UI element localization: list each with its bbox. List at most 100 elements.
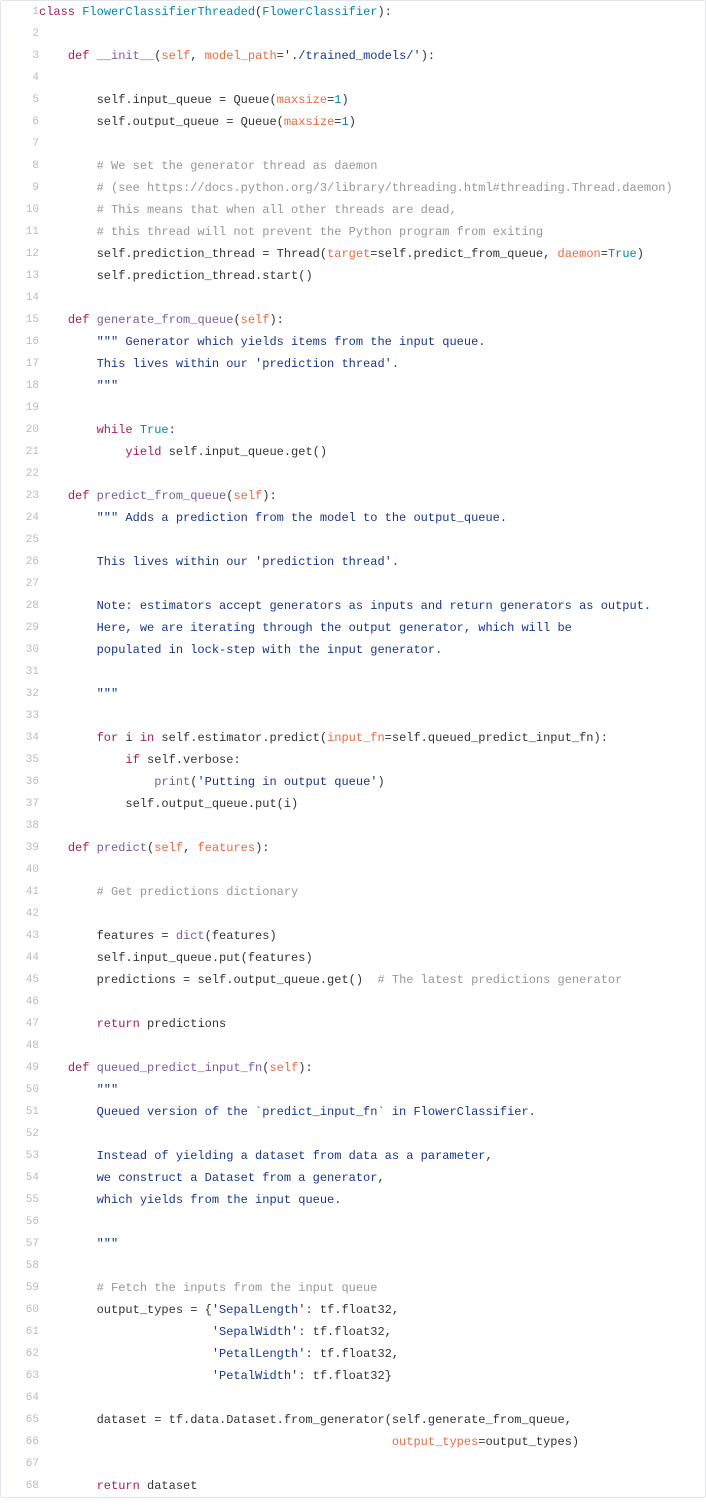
code-line: 35 if self.verbose: [1, 749, 705, 771]
code-line: 29 Here, we are iterating through the ou… [1, 617, 705, 639]
line-number: 44 [1, 947, 39, 969]
line-content: # Fetch the inputs from the input queue [39, 1277, 705, 1299]
line-content: Queued version of the `predict_input_fn`… [39, 1101, 705, 1123]
code-line: 11 # this thread will not prevent the Py… [1, 221, 705, 243]
line-content: class FlowerClassifierThreaded(FlowerCla… [39, 1, 705, 23]
code-line: 55 which yields from the input queue. [1, 1189, 705, 1211]
line-content [39, 859, 705, 881]
line-number: 67 [1, 1453, 39, 1475]
line-content: self.prediction_thread.start() [39, 265, 705, 287]
line-content: return dataset [39, 1475, 705, 1497]
code-line: 10 # This means that when all other thre… [1, 199, 705, 221]
line-number: 27 [1, 573, 39, 595]
code-line: 3 def __init__(self, model_path='./train… [1, 45, 705, 67]
line-number: 55 [1, 1189, 39, 1211]
line-content: Here, we are iterating through the outpu… [39, 617, 705, 639]
code-line: 60 output_types = {'SepalLength': tf.flo… [1, 1299, 705, 1321]
code-line: 42 [1, 903, 705, 925]
code-line: 52 [1, 1123, 705, 1145]
line-number: 52 [1, 1123, 39, 1145]
line-number: 36 [1, 771, 39, 793]
line-content [39, 661, 705, 683]
line-content: yield self.input_queue.get() [39, 441, 705, 463]
code-block: 1class FlowerClassifierThreaded(FlowerCl… [0, 0, 706, 1498]
code-line: 58 [1, 1255, 705, 1277]
line-number: 14 [1, 287, 39, 309]
line-number: 6 [1, 111, 39, 133]
line-content [39, 67, 705, 89]
code-line: 38 [1, 815, 705, 837]
line-number: 5 [1, 89, 39, 111]
line-content: """ Adds a prediction from the model to … [39, 507, 705, 529]
line-content: """ Generator which yields items from th… [39, 331, 705, 353]
line-number: 65 [1, 1409, 39, 1431]
line-content: # (see https://docs.python.org/3/library… [39, 177, 705, 199]
line-number: 29 [1, 617, 39, 639]
line-content [39, 1123, 705, 1145]
line-number: 25 [1, 529, 39, 551]
code-line: 8 # We set the generator thread as daemo… [1, 155, 705, 177]
line-number: 64 [1, 1387, 39, 1409]
code-line: 31 [1, 661, 705, 683]
code-line: 15 def generate_from_queue(self): [1, 309, 705, 331]
code-line: 43 features = dict(features) [1, 925, 705, 947]
code-line: 19 [1, 397, 705, 419]
line-content [39, 463, 705, 485]
line-number: 57 [1, 1233, 39, 1255]
line-content [39, 1255, 705, 1277]
line-content [39, 1035, 705, 1057]
line-number: 1 [1, 1, 39, 23]
line-content: 'SepalWidth': tf.float32, [39, 1321, 705, 1343]
line-content: """ [39, 1233, 705, 1255]
code-line: 18 """ [1, 375, 705, 397]
code-table: 1class FlowerClassifierThreaded(FlowerCl… [1, 1, 705, 1497]
line-content [39, 23, 705, 45]
code-line: 4 [1, 67, 705, 89]
line-content: self.output_queue.put(i) [39, 793, 705, 815]
line-number: 20 [1, 419, 39, 441]
code-line: 66 output_types=output_types) [1, 1431, 705, 1453]
line-number: 35 [1, 749, 39, 771]
line-content: # this thread will not prevent the Pytho… [39, 221, 705, 243]
line-content: output_types = {'SepalLength': tf.float3… [39, 1299, 705, 1321]
line-content: self.input_queue.put(features) [39, 947, 705, 969]
line-number: 51 [1, 1101, 39, 1123]
line-number: 41 [1, 881, 39, 903]
line-content: def queued_predict_input_fn(self): [39, 1057, 705, 1079]
code-line: 44 self.input_queue.put(features) [1, 947, 705, 969]
line-content: def generate_from_queue(self): [39, 309, 705, 331]
line-content [39, 705, 705, 727]
line-number: 21 [1, 441, 39, 463]
line-number: 24 [1, 507, 39, 529]
line-content: # Get predictions dictionary [39, 881, 705, 903]
line-content: 'PetalLength': tf.float32, [39, 1343, 705, 1365]
line-number: 13 [1, 265, 39, 287]
code-line: 61 'SepalWidth': tf.float32, [1, 1321, 705, 1343]
line-content [39, 1453, 705, 1475]
code-line: 27 [1, 573, 705, 595]
line-content: def __init__(self, model_path='./trained… [39, 45, 705, 67]
code-line: 68 return dataset [1, 1475, 705, 1497]
code-line: 6 self.output_queue = Queue(maxsize=1) [1, 111, 705, 133]
code-line: 21 yield self.input_queue.get() [1, 441, 705, 463]
line-number: 59 [1, 1277, 39, 1299]
line-content: predictions = self.output_queue.get() # … [39, 969, 705, 991]
code-line: 64 [1, 1387, 705, 1409]
code-line: 16 """ Generator which yields items from… [1, 331, 705, 353]
line-content: # This means that when all other threads… [39, 199, 705, 221]
line-content: while True: [39, 419, 705, 441]
line-content: if self.verbose: [39, 749, 705, 771]
code-line: 9 # (see https://docs.python.org/3/libra… [1, 177, 705, 199]
line-content: print('Putting in output queue') [39, 771, 705, 793]
line-number: 39 [1, 837, 39, 859]
line-content [39, 529, 705, 551]
line-number: 62 [1, 1343, 39, 1365]
code-line: 26 This lives within our 'prediction thr… [1, 551, 705, 573]
line-number: 68 [1, 1475, 39, 1497]
line-content [39, 133, 705, 155]
code-line: 47 return predictions [1, 1013, 705, 1035]
line-content [39, 397, 705, 419]
line-content: populated in lock-step with the input ge… [39, 639, 705, 661]
code-line: 12 self.prediction_thread = Thread(targe… [1, 243, 705, 265]
line-content: which yields from the input queue. [39, 1189, 705, 1211]
